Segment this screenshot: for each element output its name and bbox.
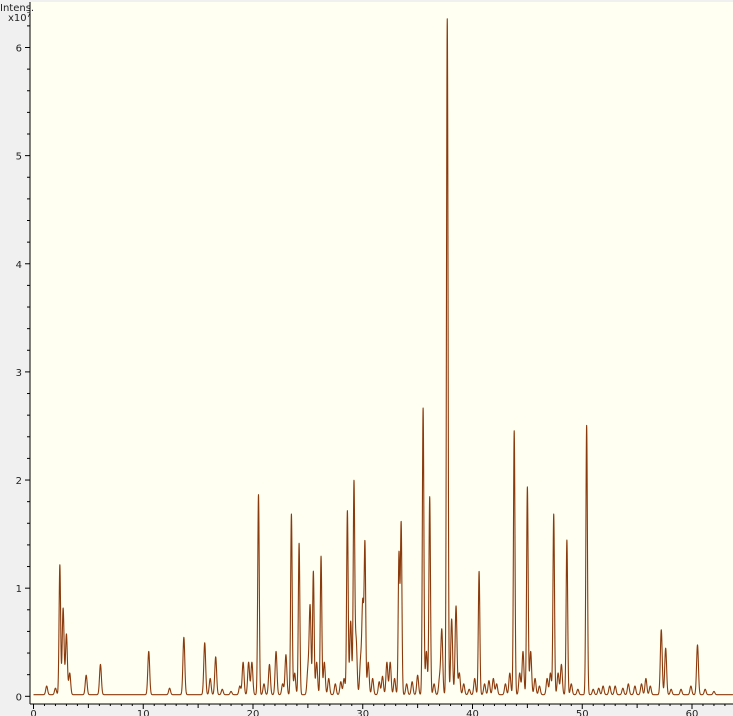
x-tick-label: 50 <box>576 709 589 716</box>
y-axis: 0 1 2 3 4 5 6 <box>16 2 31 704</box>
x-tick-label: 20 <box>247 709 260 716</box>
chromatogram-chart: 0123456 0 10 20 30 40 50 60 Intens. x107 <box>0 2 733 716</box>
y-tick-label: 6 <box>16 44 22 55</box>
y-axis-multiplier-base: x10 <box>8 13 27 24</box>
y-tick-label: 4 <box>16 260 22 271</box>
x-tick-label: 60 <box>686 709 699 716</box>
x-tick-label: 10 <box>137 709 150 716</box>
x-tick-label: 0 <box>30 709 36 716</box>
y-tick-label: 3 <box>16 368 22 379</box>
y-tick-label: 1 <box>16 584 22 595</box>
x-tick-label: 40 <box>466 709 479 716</box>
y-axis-multiplier: x107 <box>8 11 31 24</box>
y-axis-multiplier-exponent: 7 <box>27 11 31 19</box>
x-tick-label: 30 <box>356 709 369 716</box>
y-tick-label: 5 <box>16 152 22 163</box>
y-tick-label: 2 <box>16 476 22 487</box>
plot-area <box>30 2 733 704</box>
y-tick-label: 0 <box>16 692 22 703</box>
x-axis: 0 10 20 30 40 50 60 <box>30 703 733 716</box>
